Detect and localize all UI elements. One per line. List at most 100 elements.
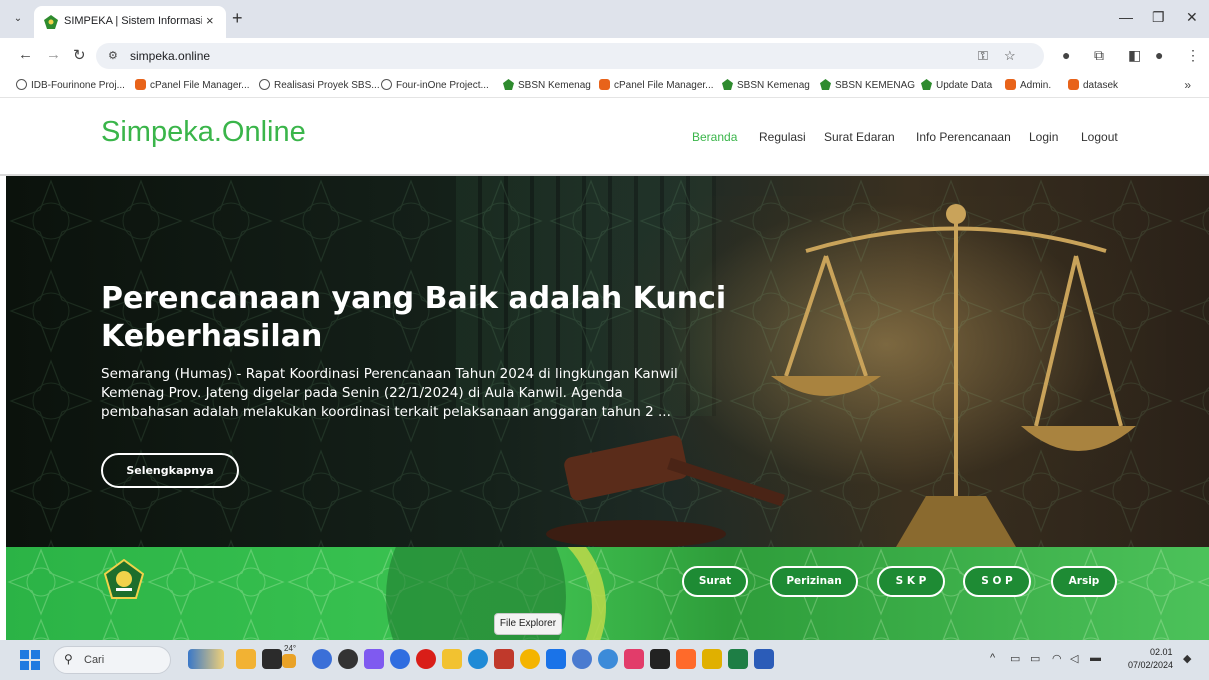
side-panel-icon[interactable]: ◧ [1128, 47, 1141, 64]
obs-icon[interactable] [338, 649, 358, 669]
quicklink-surat-button[interactable]: Surat [682, 566, 748, 597]
bookmark-item[interactable]: SBSN Kemenag [722, 79, 810, 95]
windows-taskbar: ⚲ Cari 24° ^ ▭ ▭ ◠ ◁ ▬ 02.01 07/02/2024 [0, 640, 1209, 680]
bookmark-item[interactable]: Admin. [1005, 79, 1051, 95]
windows-start-icon[interactable] [20, 650, 40, 670]
browser-tab-strip: ⌄ SIMPEKA | Sistem Informasi Pe × + — ❐ … [0, 0, 1209, 38]
browser-tab[interactable]: SIMPEKA | Sistem Informasi Pe × [34, 6, 226, 38]
display-icon[interactable]: ▭ [1030, 652, 1040, 665]
reload-icon[interactable]: ↻ [73, 46, 86, 64]
forward-icon[interactable]: → [46, 46, 61, 63]
kemenag-favicon-icon [44, 15, 58, 29]
app-icon[interactable] [390, 649, 410, 669]
minimize-icon[interactable]: — [1119, 9, 1133, 25]
quicklink-sop-button[interactable]: S O P [963, 566, 1031, 597]
hero-banner: Perencanaan yang Baik adalah Kunci Keber… [6, 176, 1209, 547]
tab-search-menu-icon[interactable]: ⌄ [8, 10, 28, 28]
nav-logout[interactable]: Logout [1081, 130, 1118, 144]
cpanel-icon [135, 79, 146, 90]
battery-icon[interactable]: ▬ [1090, 652, 1101, 664]
new-tab-button[interactable]: + [232, 8, 243, 29]
globe-icon [381, 79, 392, 90]
notification-bell-icon[interactable]: ◆ [1183, 652, 1191, 665]
mail-icon[interactable] [546, 649, 566, 669]
more-bookmarks-icon[interactable]: » [1184, 78, 1191, 92]
nav-beranda[interactable]: Beranda [692, 130, 737, 144]
nav-login[interactable]: Login [1029, 130, 1058, 144]
keyboard-icon[interactable]: ▭ [1010, 652, 1020, 665]
restore-icon[interactable]: ❐ [1152, 9, 1165, 26]
chrome-icon[interactable] [520, 649, 540, 669]
notepad-icon[interactable] [702, 649, 722, 669]
clock-date[interactable]: 07/02/2024 [1128, 660, 1173, 670]
quicklink-arsip-button[interactable]: Arsip [1051, 566, 1117, 597]
site-header: Simpeka.Online Beranda Regulasi Surat Ed… [0, 98, 1209, 176]
app-icon[interactable] [676, 649, 696, 669]
bookmark-item[interactable]: Update Data [921, 79, 992, 95]
weather-temperature: 24° [284, 644, 297, 653]
taskbar-search[interactable]: ⚲ Cari [53, 646, 171, 674]
record-icon[interactable] [416, 649, 436, 669]
cpanel-icon [1005, 79, 1016, 90]
profile-avatar-icon[interactable]: ● [1155, 47, 1163, 63]
cpanel-icon [599, 79, 610, 90]
tab-title: SIMPEKA | Sistem Informasi Pe [64, 15, 202, 27]
app-icon[interactable] [598, 649, 618, 669]
app-icon[interactable] [650, 649, 670, 669]
bookmark-item[interactable]: IDB-Fourinone Proj... [16, 79, 125, 95]
kemenag-icon [503, 79, 514, 90]
word-icon[interactable] [754, 649, 774, 669]
bookmark-item[interactable]: SBSN KEMENAG [820, 79, 915, 95]
bookmark-item[interactable]: Realisasi Proyek SBS... [259, 79, 380, 95]
volume-icon[interactable]: ◁ [1070, 652, 1078, 665]
browser-toolbar: ← → ↻ ⚙ simpeka.online ⚿ ☆ ● ⧉ ◧ ● ⋮ [0, 38, 1209, 74]
address-bar[interactable]: ⚙ simpeka.online ⚿ ☆ [96, 43, 1044, 69]
site-info-icon[interactable]: ⚙ [108, 49, 118, 62]
file-explorer-icon[interactable] [442, 649, 462, 669]
search-icon: ⚲ [64, 652, 73, 666]
weather-icon[interactable] [282, 654, 296, 668]
extensions-puzzle-icon[interactable]: ⧉ [1094, 47, 1104, 64]
islamic-pattern-overlay [6, 547, 1209, 640]
back-icon[interactable]: ← [18, 46, 33, 63]
task-view-icon[interactable] [262, 649, 282, 669]
kemenag-icon [722, 79, 733, 90]
widgets-icon[interactable] [188, 649, 224, 669]
cpanel-icon [1068, 79, 1079, 90]
site-logo[interactable]: Simpeka.Online [101, 116, 306, 149]
app-icon[interactable] [624, 649, 644, 669]
close-tab-icon[interactable]: × [206, 13, 214, 28]
kemenag-icon [921, 79, 932, 90]
quicklink-skp-button[interactable]: S K P [877, 566, 945, 597]
close-window-icon[interactable]: ✕ [1186, 9, 1198, 26]
bookmarks-bar: IDB-Fourinone Proj... cPanel File Manage… [0, 74, 1209, 98]
clock-time[interactable]: 02.01 [1150, 647, 1173, 657]
quicklink-perizinan-button[interactable]: Perizinan [770, 566, 858, 597]
bookmark-star-icon[interactable]: ☆ [1004, 48, 1016, 64]
excel-icon[interactable] [728, 649, 748, 669]
url-text: simpeka.online [130, 49, 211, 63]
hero-excerpt: Semarang (Humas) - Rapat Koordinasi Pere… [101, 366, 678, 420]
nav-regulasi[interactable]: Regulasi [759, 130, 806, 144]
password-key-icon[interactable]: ⚿ [978, 48, 988, 64]
edge-icon[interactable] [468, 649, 488, 669]
globe-icon [16, 79, 27, 90]
browser-menu-icon[interactable]: ⋮ [1186, 47, 1200, 64]
chat-icon[interactable] [312, 649, 332, 669]
bookmark-item[interactable]: datasek [1068, 79, 1118, 95]
filezilla-icon[interactable] [494, 649, 514, 669]
bookmark-item[interactable]: SBSN Kemenag [503, 79, 591, 95]
bookmark-item[interactable]: cPanel File Manager... [135, 79, 250, 95]
app-icon[interactable] [236, 649, 256, 669]
wifi-icon[interactable]: ◠ [1052, 652, 1062, 665]
shield-extension-icon[interactable]: ● [1062, 47, 1070, 63]
bookmark-item[interactable]: Four-inOne Project... [381, 79, 489, 95]
app-icon[interactable] [364, 649, 384, 669]
bookmark-item[interactable]: cPanel File Manager... [599, 79, 714, 95]
gavel-image [546, 435, 785, 547]
nav-surat-edaran[interactable]: Surat Edaran [824, 130, 895, 144]
read-more-button[interactable]: Selengkapnya [101, 453, 239, 488]
app-icon[interactable] [572, 649, 592, 669]
chevron-up-icon[interactable]: ^ [990, 652, 995, 664]
nav-info-perencanaan[interactable]: Info Perencanaan [916, 130, 1011, 144]
